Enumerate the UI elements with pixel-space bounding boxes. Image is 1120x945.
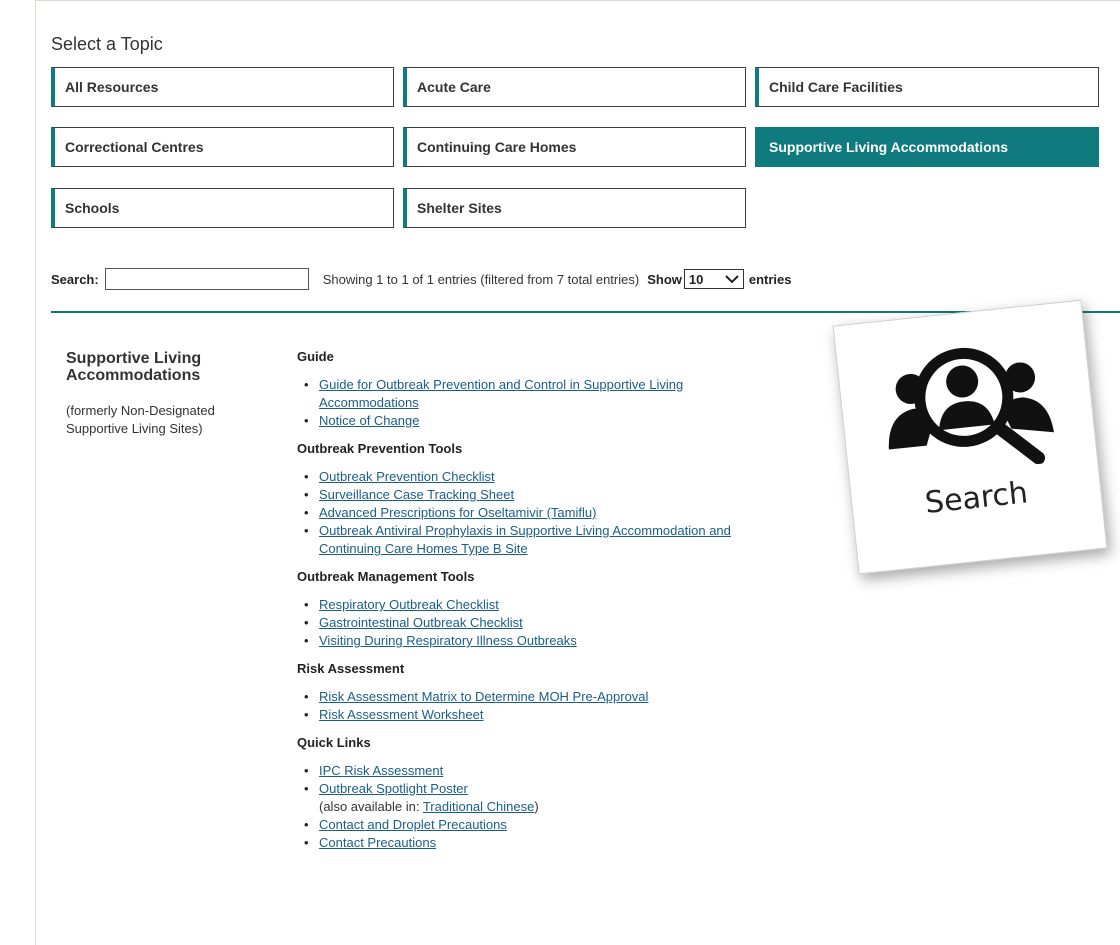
link-gastrointestinal-outbreak-checklist[interactable]: Gastrointestinal Outbreak Checklist xyxy=(319,615,523,630)
topic-shelter-sites[interactable]: Shelter Sites xyxy=(403,188,746,228)
link-respiratory-outbreak-checklist[interactable]: Respiratory Outbreak Checklist xyxy=(319,597,499,612)
link-contact-precautions[interactable]: Contact Precautions xyxy=(319,835,436,850)
section-title-risk-assessment: Risk Assessment xyxy=(297,661,405,676)
entries-info: Showing 1 to 1 of 1 entries (filtered fr… xyxy=(322,271,640,287)
select-topic-heading: Select a Topic xyxy=(51,34,163,54)
list-item: Contact Precautions xyxy=(297,834,757,852)
topic-schools[interactable]: Schools xyxy=(51,188,394,228)
link-outbreak-spotlight-poster[interactable]: Outbreak Spotlight Poster xyxy=(319,781,468,796)
list-item: Outbreak Spotlight Poster (also available… xyxy=(297,780,757,816)
list-item: Risk Assessment Matrix to Determine MOH … xyxy=(297,688,757,706)
link-contact-droplet-precautions[interactable]: Contact and Droplet Precautions xyxy=(319,817,507,832)
list-item: Gastrointestinal Outbreak Checklist xyxy=(297,614,757,632)
section-title-management-tools: Outbreak Management Tools xyxy=(297,569,475,584)
topic-entry-note: (formerly Non-Designated Supportive Livi… xyxy=(66,403,215,436)
entries-per-page-select[interactable]: 10 xyxy=(683,269,744,289)
link-visiting-during-outbreaks[interactable]: Visiting During Respiratory Illness Outb… xyxy=(319,633,577,648)
list-item: Outbreak Antiviral Prophylaxis in Suppor… xyxy=(297,522,757,558)
topic-acute-care[interactable]: Acute Care xyxy=(403,67,746,107)
link-risk-assessment-matrix[interactable]: Risk Assessment Matrix to Determine MOH … xyxy=(319,689,648,704)
quick-links: IPC Risk Assessment Outbreak Spotlight P… xyxy=(297,762,757,852)
risk-assessment-links: Risk Assessment Matrix to Determine MOH … xyxy=(297,688,757,724)
list-item: Risk Assessment Worksheet xyxy=(297,706,757,724)
list-item: Outbreak Prevention Checklist xyxy=(297,468,757,486)
section-title-quick-links: Quick Links xyxy=(297,735,371,750)
search-label: Search: xyxy=(51,271,99,287)
user-search-icon xyxy=(888,347,1054,465)
entries-label: entries xyxy=(748,271,792,287)
table-controls: Search: Showing 1 to 1 of 1 entries (fil… xyxy=(51,266,1091,292)
search-badge: Search xyxy=(832,299,1108,575)
link-traditional-chinese[interactable]: Traditional Chinese xyxy=(423,799,535,814)
link-surveillance-case-tracking[interactable]: Surveillance Case Tracking Sheet xyxy=(319,487,514,502)
also-available-suffix: ) xyxy=(534,799,539,814)
topic-entry-name: Supportive Living Accommodations xyxy=(66,350,202,384)
list-item: IPC Risk Assessment xyxy=(297,762,757,780)
link-advanced-prescriptions[interactable]: Advanced Prescriptions for Oseltamivir (… xyxy=(319,505,596,520)
list-item: Surveillance Case Tracking Sheet xyxy=(297,486,757,504)
guide-links: Guide for Outbreak Prevention and Contro… xyxy=(297,376,757,430)
list-item: Visiting During Respiratory Illness Outb… xyxy=(297,632,757,650)
topic-all-resources[interactable]: All Resources xyxy=(51,67,394,107)
list-item: Guide for Outbreak Prevention and Contro… xyxy=(297,376,757,412)
link-outbreak-prevention-checklist[interactable]: Outbreak Prevention Checklist xyxy=(319,469,495,484)
chevron-down-icon xyxy=(725,272,739,287)
search-input[interactable] xyxy=(104,268,309,290)
also-available-prefix: (also available in: xyxy=(319,799,423,814)
list-item: Respiratory Outbreak Checklist xyxy=(297,596,757,614)
section-title-guide: Guide xyxy=(297,349,334,364)
resource-list: Guide Guide for Outbreak Prevention and … xyxy=(297,348,757,862)
topic-correctional-centres[interactable]: Correctional Centres xyxy=(51,127,394,167)
list-item: Contact and Droplet Precautions xyxy=(297,816,757,834)
entries-per-page-value: 10 xyxy=(688,271,704,287)
show-label: Show xyxy=(647,271,682,287)
topic-child-care-facilities[interactable]: Child Care Facilities xyxy=(755,67,1099,107)
section-title-prevention-tools: Outbreak Prevention Tools xyxy=(297,441,463,456)
list-item: Advanced Prescriptions for Oseltamivir (… xyxy=(297,504,757,522)
list-item: Notice of Change xyxy=(297,412,757,430)
topic-supportive-living-accommodations[interactable]: Supportive Living Accommodations xyxy=(755,127,1099,167)
link-guide-outbreak-prevention[interactable]: Guide for Outbreak Prevention and Contro… xyxy=(319,377,683,410)
link-ipc-risk-assessment[interactable]: IPC Risk Assessment xyxy=(319,763,443,778)
prevention-tools-links: Outbreak Prevention Checklist Surveillan… xyxy=(297,468,757,558)
link-risk-assessment-worksheet[interactable]: Risk Assessment Worksheet xyxy=(319,707,483,722)
link-antiviral-prophylaxis[interactable]: Outbreak Antiviral Prophylaxis in Suppor… xyxy=(319,523,731,556)
management-tools-links: Respiratory Outbreak Checklist Gastroint… xyxy=(297,596,757,650)
topic-continuing-care-homes[interactable]: Continuing Care Homes xyxy=(403,127,746,167)
link-notice-of-change[interactable]: Notice of Change xyxy=(319,413,419,428)
